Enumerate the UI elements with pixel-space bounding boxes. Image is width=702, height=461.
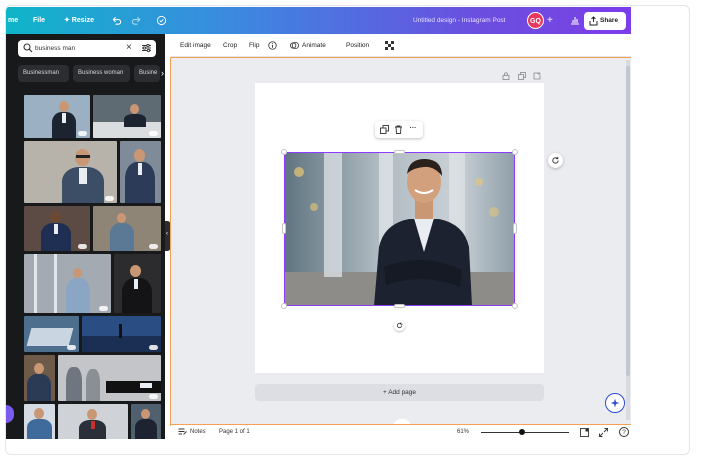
zoom-slider-thumb[interactable] — [519, 429, 525, 435]
photo-result[interactable] — [120, 141, 161, 203]
resize-handle-right[interactable] — [513, 223, 517, 234]
info-icon[interactable] — [268, 41, 277, 50]
redo-icon[interactable] — [131, 15, 142, 26]
editor-app: me File ✦ Resize Untitled design - Insta… — [6, 7, 631, 439]
element-floating-toolbar: ··· — [375, 121, 423, 138]
position-button[interactable]: Position — [346, 34, 369, 57]
sparkle-icon — [610, 398, 620, 408]
zoom-level[interactable]: 61% — [457, 425, 469, 439]
document-title[interactable]: Untitled design - Instagram Post — [413, 7, 506, 34]
refresh-design-button[interactable] — [548, 153, 563, 168]
notes-icon — [178, 428, 187, 435]
photo-result[interactable] — [24, 254, 111, 313]
refresh-icon — [552, 156, 559, 164]
chip-business-woman[interactable]: Business woman — [73, 65, 130, 82]
invite-plus-button[interactable]: + — [547, 7, 553, 34]
suggestion-chips: Businessman Business woman Busine › — [18, 65, 165, 82]
file-menu[interactable]: File — [33, 7, 45, 34]
photo-result[interactable] — [131, 404, 161, 439]
home-menu[interactable]: me — [8, 7, 18, 34]
edit-image-button[interactable]: Edit image — [180, 34, 211, 57]
photo-result[interactable] — [82, 316, 161, 352]
search-icon — [23, 43, 33, 53]
add-page-button[interactable]: + Add page — [255, 384, 544, 401]
more-options-icon[interactable]: ··· — [408, 124, 418, 134]
photo-result[interactable] — [24, 355, 55, 401]
chip-business-more[interactable]: Busine — [134, 65, 160, 82]
context-toolbar: Edit image Crop Flip Animate Position — [171, 34, 631, 57]
resize-handle-bottom[interactable] — [394, 304, 405, 308]
rotate-icon — [396, 322, 403, 329]
resize-handle-top[interactable] — [394, 150, 405, 154]
chevron-left-icon: ‹ — [166, 231, 168, 237]
resize-handle-top-right[interactable] — [512, 149, 518, 155]
photo-result[interactable] — [93, 206, 161, 251]
photo-result[interactable] — [24, 404, 55, 439]
photo-result[interactable] — [93, 95, 161, 138]
photo-result[interactable] — [58, 404, 128, 439]
animate-icon — [290, 41, 299, 50]
add-page-icon[interactable] — [533, 72, 541, 80]
search-input[interactable] — [35, 42, 123, 55]
animate-button[interactable]: Animate — [302, 34, 326, 57]
avatar[interactable]: GQ — [527, 12, 544, 29]
chevron-right-icon[interactable]: › — [161, 68, 165, 79]
transparency-checker-icon[interactable] — [385, 41, 394, 50]
copy-icon[interactable] — [380, 125, 389, 134]
resize-handle-bottom-left[interactable] — [281, 303, 287, 309]
photos-panel: × Businessman Business woman Busine › — [6, 34, 165, 439]
filter-sliders-icon[interactable] — [141, 43, 152, 53]
selection-outline — [284, 152, 515, 306]
photo-result[interactable] — [114, 254, 161, 313]
photo-result[interactable] — [24, 141, 117, 203]
notes-button[interactable]: Notes — [190, 425, 206, 439]
screenshot-frame: me File ✦ Resize Untitled design - Insta… — [5, 5, 690, 455]
photo-result[interactable] — [24, 316, 79, 352]
resize-handle-bottom-right[interactable] — [512, 303, 518, 309]
top-bar: me File ✦ Resize Untitled design - Insta… — [6, 7, 631, 34]
resize-handle-left[interactable] — [282, 223, 286, 234]
share-upload-icon — [589, 16, 598, 26]
status-bar: Notes Page 1 of 1 61% ? — [171, 425, 631, 439]
clear-search-icon[interactable]: × — [126, 41, 132, 55]
photo-result[interactable] — [58, 355, 161, 401]
resize-handle-top-left[interactable] — [281, 149, 287, 155]
resize-button[interactable]: ✦ Resize — [64, 7, 94, 34]
help-button[interactable]: ? — [619, 427, 629, 437]
insights-chart-icon[interactable] — [569, 14, 581, 26]
lock-icon[interactable] — [502, 72, 510, 80]
rotate-handle[interactable] — [394, 320, 405, 331]
photo-result[interactable] — [24, 95, 90, 138]
page-view-icon[interactable] — [580, 428, 589, 437]
cloud-check-icon[interactable] — [156, 15, 167, 26]
magic-assistant-button[interactable] — [605, 393, 625, 413]
undo-icon[interactable] — [111, 15, 122, 26]
search-box: × — [18, 40, 156, 57]
crop-button[interactable]: Crop — [223, 34, 237, 57]
photo-result[interactable] — [24, 206, 90, 251]
fullscreen-icon[interactable] — [599, 428, 608, 437]
page-indicator[interactable]: Page 1 of 1 — [219, 425, 250, 439]
trash-icon[interactable] — [394, 125, 403, 134]
chip-businessman[interactable]: Businessman — [18, 65, 69, 82]
duplicate-page-icon[interactable] — [518, 72, 526, 80]
share-button[interactable]: Share — [584, 12, 626, 30]
share-label: Share — [600, 17, 619, 24]
canvas-workspace: ··· + Add page — [171, 58, 631, 427]
flip-button[interactable]: Flip — [249, 34, 259, 57]
vertical-scrollbar[interactable] — [626, 60, 630, 420]
zoom-slider[interactable] — [481, 432, 569, 433]
